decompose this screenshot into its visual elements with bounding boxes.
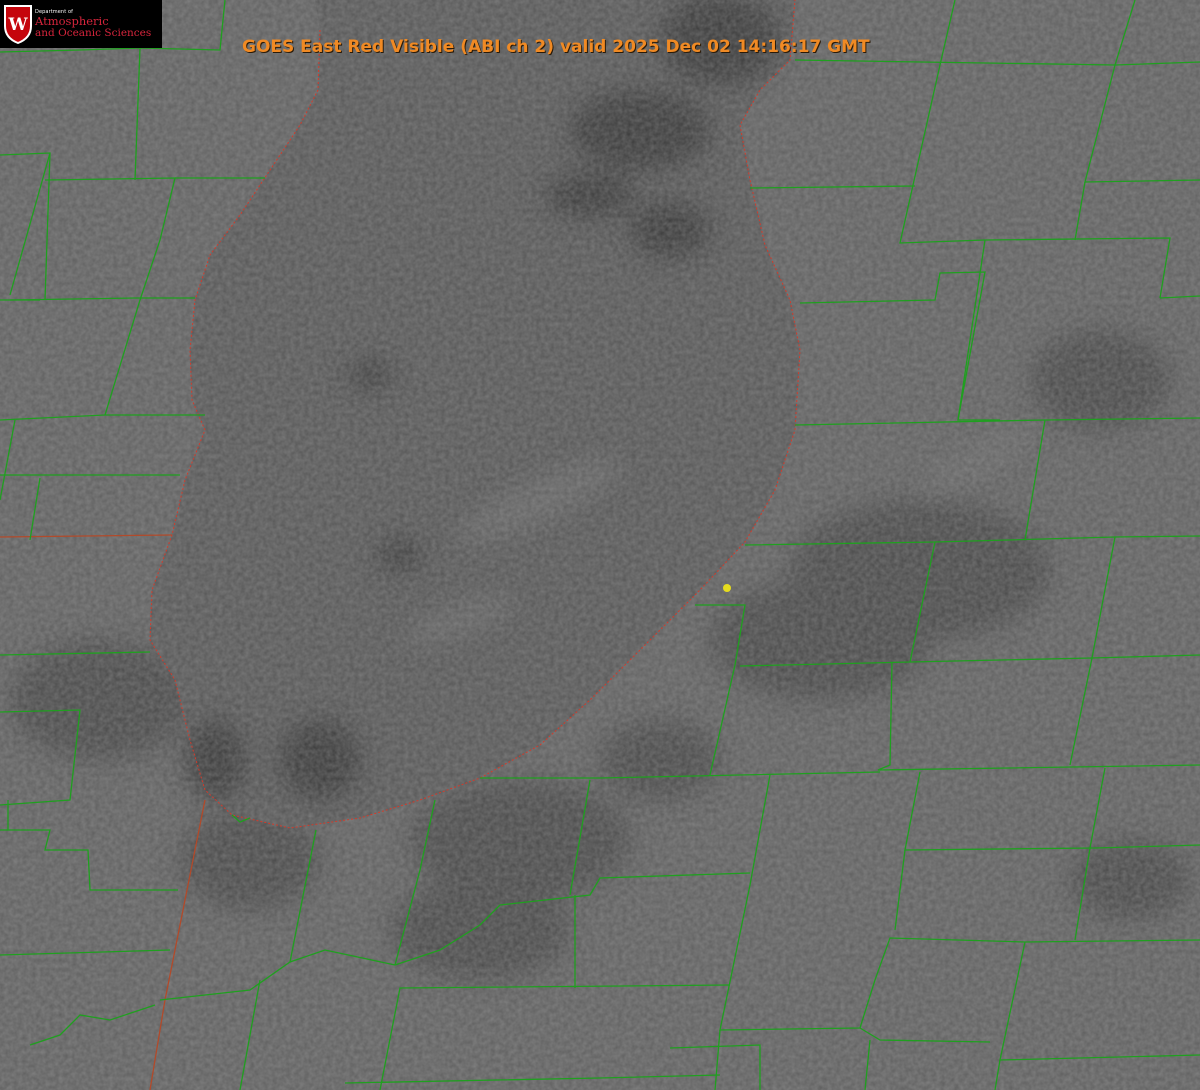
uw-crest-icon: W <box>4 5 32 44</box>
satellite-map[interactable] <box>0 0 1200 1090</box>
logo-line-1: Atmospheric <box>35 14 109 28</box>
yellow-dot-icon[interactable] <box>723 584 731 592</box>
svg-text:W: W <box>7 15 28 35</box>
uw-aos-logo: W Department of Atmospheric and Oceanic … <box>0 0 162 48</box>
logo-line-2: and Oceanic Sciences <box>35 27 152 39</box>
image-title: GOES East Red Visible (ABI ch 2) valid 2… <box>242 37 870 57</box>
